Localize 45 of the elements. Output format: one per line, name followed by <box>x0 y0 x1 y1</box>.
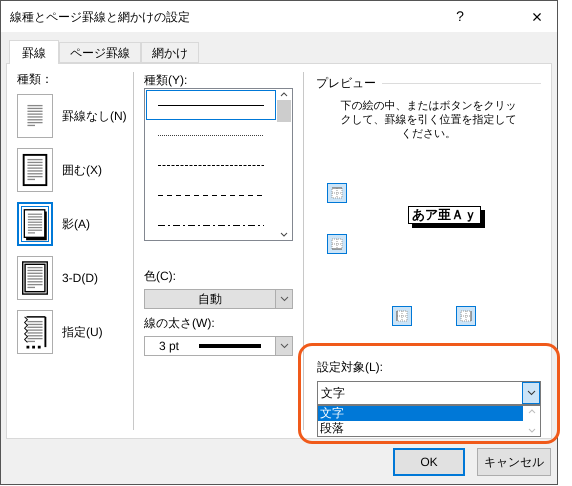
border-right-button[interactable] <box>456 306 476 326</box>
setting-option-button[interactable] <box>17 310 53 354</box>
setting-option-button[interactable] <box>17 256 53 300</box>
setting-option-label: 指定(U) <box>62 324 103 341</box>
help-button[interactable]: ? <box>445 4 475 30</box>
setting-option-button[interactable] <box>17 148 53 192</box>
dropdown-value: 3 pt <box>158 338 179 355</box>
close-button[interactable]: × <box>519 4 555 30</box>
setting-option-button[interactable] <box>17 202 53 246</box>
border-top-icon <box>330 186 344 200</box>
apply-to-dropdown[interactable]: 文字 <box>317 381 541 405</box>
chevron-down-icon <box>526 390 536 396</box>
border-bottom-icon <box>330 237 344 251</box>
setting-option-label: 囲む(X) <box>62 162 102 179</box>
setting-option-label: 影(A) <box>62 216 90 233</box>
border-left-button[interactable] <box>392 306 412 326</box>
dropdown-value: 自動 <box>198 291 222 308</box>
color-label: 色(C): <box>144 268 177 285</box>
dropdown-option[interactable]: 文字 <box>318 406 523 421</box>
tab[interactable]: 罫線 <box>9 40 59 64</box>
border-left-icon <box>395 309 409 323</box>
style-label: 種類(Y): <box>144 74 188 88</box>
ok-button[interactable]: OK <box>393 448 465 476</box>
border-top-button[interactable] <box>327 183 347 203</box>
line-style-list[interactable] <box>144 88 293 241</box>
scrollbar-thumb[interactable] <box>277 100 291 122</box>
setting-label: 種類： <box>17 74 54 84</box>
tab[interactable]: 網かけ <box>141 42 199 63</box>
chevron-down-icon <box>280 343 288 349</box>
preview-instructions: 下の絵の中、またはボタンをクリックして、罫線を引く位置を指定してください。 <box>340 99 518 141</box>
width-label: 線の太さ(W): <box>144 315 216 332</box>
dropdown[interactable]: 自動 <box>144 289 293 309</box>
apply-to-label: 設定対象(L): <box>317 359 384 376</box>
cancel-button[interactable]: キャンセル <box>477 448 551 476</box>
setting-option-label: 3-D(D) <box>62 270 98 287</box>
line-style-option[interactable] <box>146 90 276 120</box>
preview-label: プレビュー <box>316 75 376 92</box>
setting-option-label: 罫線なし(N) <box>62 108 127 125</box>
line-sample <box>199 344 261 348</box>
border-right-icon <box>459 309 473 323</box>
border-bottom-button[interactable] <box>327 234 347 254</box>
tab[interactable]: ページ罫線 <box>59 42 141 63</box>
chevron-down-icon <box>280 296 288 302</box>
dropdown[interactable]: 3 pt <box>144 336 293 356</box>
window-title: 線種とページ罫線と網かけの設定 <box>10 8 191 26</box>
